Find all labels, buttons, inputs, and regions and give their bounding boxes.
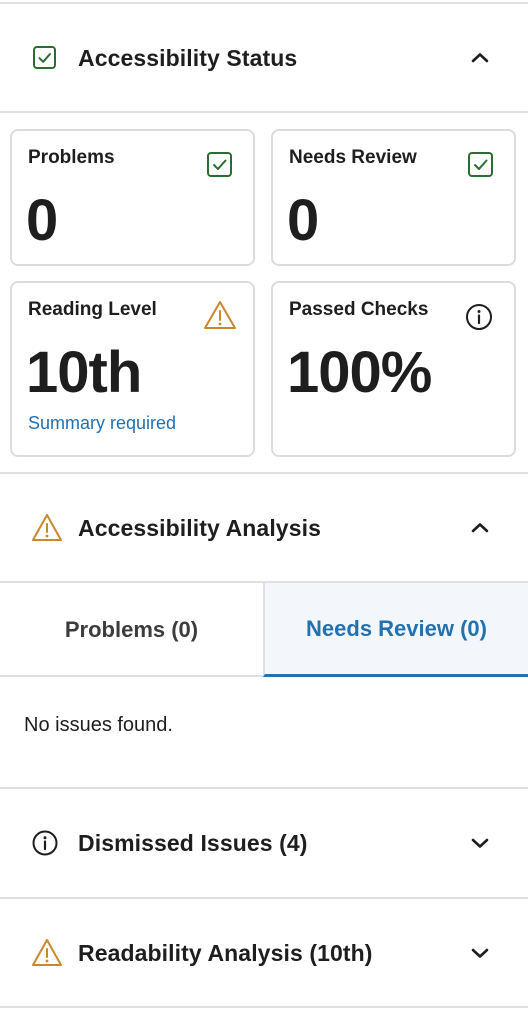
passed-checks-card: Passed Checks 100% — [271, 281, 516, 457]
problems-count: 0 — [26, 188, 58, 253]
chevron-down-icon[interactable] — [468, 831, 492, 855]
chevron-down-icon[interactable] — [468, 941, 492, 965]
divider — [0, 111, 528, 113]
readability-analysis-title: Readability Analysis (10th) — [78, 939, 373, 966]
check-box-icon — [468, 152, 493, 177]
analysis-tabs: Problems (0) Needs Review (0) — [0, 583, 528, 677]
accessibility-panel: Accessibility Status Problems 0 Needs Re… — [0, 0, 528, 1024]
accessibility-analysis-title: Accessibility Analysis — [78, 514, 321, 541]
problems-card: Problems 0 — [10, 129, 255, 266]
check-box-icon — [33, 46, 56, 69]
reading-level-value: 10th — [26, 340, 142, 405]
passed-checks-label: Passed Checks — [289, 299, 429, 320]
dismissed-issues-title: Dismissed Issues (4) — [78, 829, 308, 856]
info-icon — [32, 830, 58, 856]
summary-required-link[interactable]: Summary required — [28, 413, 176, 434]
warning-icon — [32, 514, 62, 541]
divider — [0, 1006, 528, 1008]
accessibility-status-title: Accessibility Status — [78, 44, 298, 71]
tab-problems[interactable]: Problems (0) — [0, 583, 263, 677]
accessibility-status-header[interactable]: Accessibility Status — [0, 4, 528, 112]
warning-icon — [32, 939, 62, 966]
chevron-up-icon[interactable] — [468, 46, 492, 70]
reading-level-card: Reading Level 10th Summary required — [10, 281, 255, 457]
chevron-up-icon[interactable] — [468, 516, 492, 540]
needs-review-label: Needs Review — [289, 147, 417, 168]
problems-label: Problems — [28, 147, 115, 168]
accessibility-analysis-header[interactable]: Accessibility Analysis — [0, 474, 528, 582]
needs-review-count: 0 — [287, 188, 319, 253]
dismissed-issues-header[interactable]: Dismissed Issues (4) — [0, 789, 528, 897]
passed-checks-value: 100% — [287, 340, 432, 405]
readability-analysis-header[interactable]: Readability Analysis (10th) — [0, 899, 528, 1007]
needs-review-card: Needs Review 0 — [271, 129, 516, 266]
check-box-icon — [207, 152, 232, 177]
reading-level-label: Reading Level — [28, 299, 157, 320]
warning-icon — [204, 301, 236, 329]
divider — [0, 675, 263, 677]
tab-needs-review[interactable]: Needs Review (0) — [263, 583, 528, 677]
no-issues-message: No issues found. — [24, 714, 173, 736]
info-icon[interactable] — [463, 301, 495, 333]
